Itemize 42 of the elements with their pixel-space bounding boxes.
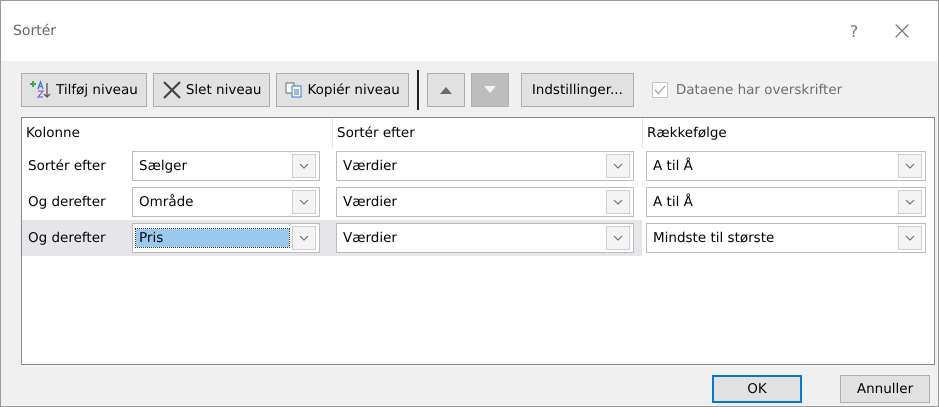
x-icon <box>162 81 182 99</box>
checkmark-icon <box>652 83 667 97</box>
ok-button[interactable]: OK <box>712 375 802 403</box>
column-header: Rækkefølge <box>647 125 727 141</box>
level-label: Og derefter <box>27 230 107 246</box>
order-dropdown[interactable]: A til Å <box>646 151 926 181</box>
column-dropdown[interactable]: Område <box>132 187 320 217</box>
order-dropdown[interactable]: Mindste til største <box>646 223 926 253</box>
move-up-button[interactable] <box>426 73 465 107</box>
down-triangle-icon <box>484 86 496 94</box>
sort-on-dropdown[interactable]: Værdier <box>336 223 634 253</box>
close-button[interactable]: × <box>878 16 926 46</box>
level-label: Sortér efter <box>27 158 107 174</box>
column-dropdown[interactable]: Pris <box>132 223 320 253</box>
copy-level-button[interactable]: Kopiér niveau <box>276 73 409 107</box>
copy-icon <box>285 82 304 98</box>
help-button[interactable]: ? <box>830 22 878 40</box>
chevron-down-icon <box>905 199 915 205</box>
chevron-down-icon <box>299 199 309 205</box>
add-level-button[interactable]: Tilføj niveau <box>21 73 147 107</box>
delete-level-button[interactable]: Slet niveau <box>152 73 270 107</box>
sort-on-dropdown[interactable]: Værdier <box>336 187 634 217</box>
sort-add-icon <box>30 80 52 100</box>
column-dropdown[interactable]: Sælger <box>132 151 320 181</box>
column-header: Kolonne <box>26 125 80 141</box>
chevron-down-icon <box>613 199 623 205</box>
window-title: Sortér <box>13 23 56 39</box>
chevron-down-icon <box>613 163 623 169</box>
up-triangle-icon <box>440 86 452 94</box>
level-label: Og derefter <box>27 194 107 210</box>
chevron-down-icon <box>905 235 915 241</box>
chevron-down-icon <box>905 163 915 169</box>
column-header: Sortér efter <box>337 125 415 141</box>
chevron-down-icon <box>299 163 309 169</box>
sort-on-dropdown[interactable]: Værdier <box>336 151 634 181</box>
sort-level-row[interactable]: Sortér efter Sælger Værdier A til Å <box>22 148 934 184</box>
chevron-down-icon <box>299 235 309 241</box>
chevron-down-icon <box>613 235 623 241</box>
cancel-button[interactable]: Annuller <box>840 375 930 403</box>
sort-level-row[interactable]: Og derefter Område Værdier A til Å <box>22 184 934 220</box>
order-dropdown[interactable]: A til Å <box>646 187 926 217</box>
options-button[interactable]: Indstillinger... <box>520 73 634 107</box>
